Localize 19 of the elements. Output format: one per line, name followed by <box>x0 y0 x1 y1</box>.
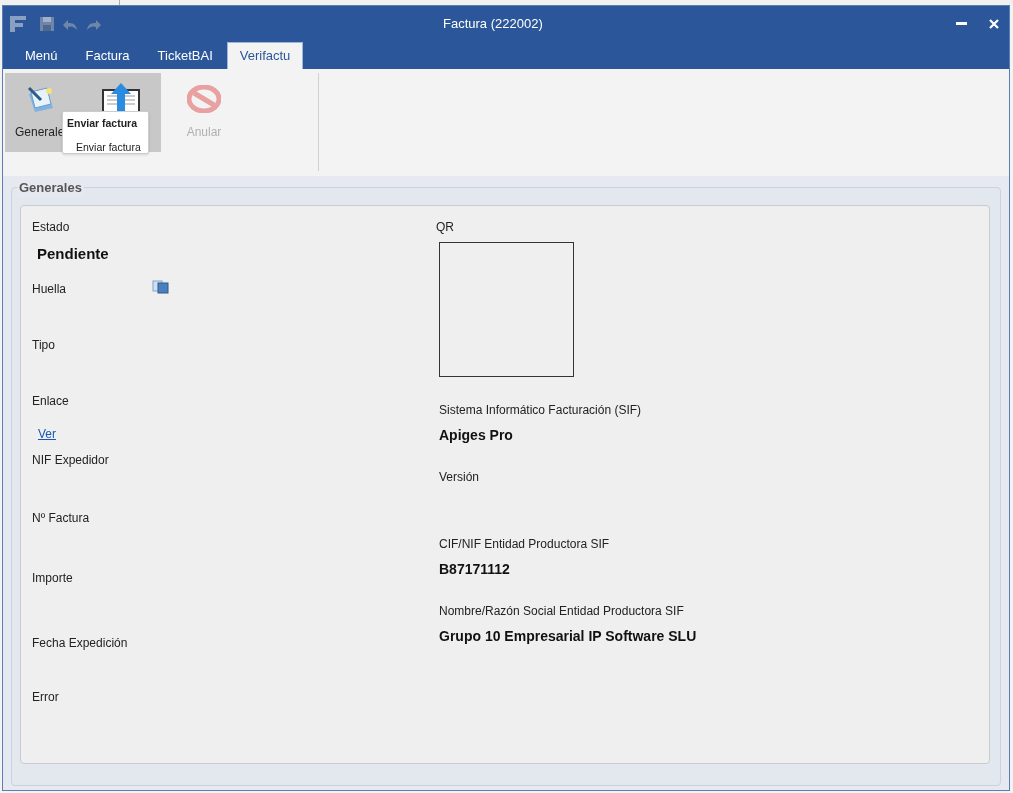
field-label: Versión <box>439 468 480 486</box>
field-label: Sistema Informático Facturación (SIF) <box>439 401 642 419</box>
field-label: Fecha Expedición <box>32 634 128 652</box>
field-label: NIF Expedidor <box>32 451 109 469</box>
field-label: Estado <box>32 218 70 236</box>
window-title: Factura (222002) <box>443 15 543 33</box>
field-label: Enlace <box>32 392 69 410</box>
field-label: CIF/NIF Entidad Productora SIF <box>439 535 610 553</box>
field-label: Nº Factura <box>32 509 90 527</box>
field-value: B87171112 <box>439 559 510 579</box>
field-label: Importe <box>32 569 73 587</box>
field-label: Error <box>32 688 59 706</box>
field-value: Apiges Pro <box>439 425 513 445</box>
field-value: Grupo 10 Empresarial IP Software SLU <box>439 626 697 646</box>
field-label: QR <box>436 218 454 236</box>
status-value: Pendiente <box>37 243 109 264</box>
field-label: Tipo <box>32 336 55 354</box>
field-label: Nombre/Razón Social Entidad Productora SIF <box>439 602 684 620</box>
field-label: Huella <box>32 280 67 298</box>
